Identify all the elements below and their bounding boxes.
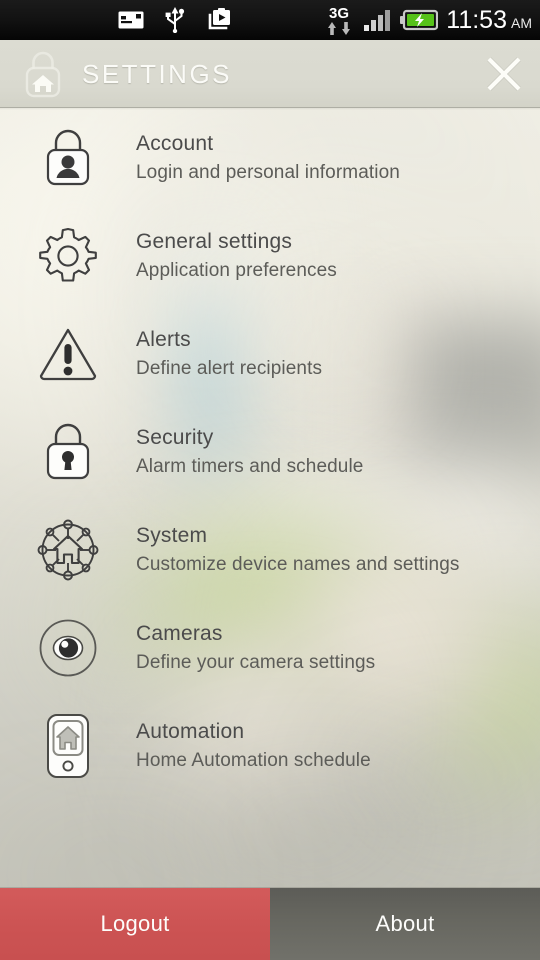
media-capture-icon — [208, 8, 230, 30]
clock-time: 11:53 — [446, 5, 507, 34]
menu-item-general-settings[interactable]: General settings Application preferences — [0, 207, 540, 305]
home-network-icon — [0, 518, 136, 582]
menu-item-subtitle: Home Automation schedule — [136, 749, 371, 771]
menu-item-subtitle: Application preferences — [136, 259, 337, 281]
menu-item-alerts[interactable]: Alerts Define alert recipients — [0, 305, 540, 403]
menu-item-title: General settings — [136, 229, 293, 253]
menu-item-subtitle: Alarm timers and schedule — [136, 455, 364, 477]
svg-text:3G: 3G — [329, 5, 349, 22]
menu-item-title: Account — [136, 131, 214, 155]
menu-item-subtitle: Login and personal information — [136, 161, 400, 183]
menu-item-security[interactable]: Security Alarm timers and schedule — [0, 403, 540, 501]
remote-home-icon — [0, 713, 136, 779]
home-lock-logo-icon — [25, 51, 61, 98]
close-icon[interactable] — [482, 52, 526, 96]
about-button[interactable]: About — [270, 888, 540, 960]
menu-item-title: System — [136, 523, 208, 547]
menu-item-title: Alerts — [136, 327, 191, 351]
status-bar-left-icons — [118, 0, 232, 40]
menu-item-title: Cameras — [136, 621, 223, 645]
signal-bars-icon — [364, 10, 391, 31]
lock-person-icon — [0, 125, 136, 191]
menu-item-subtitle: Customize device names and settings — [136, 553, 460, 575]
page-title: SETTINGS — [82, 58, 233, 89]
network-3g-icon: 3G — [328, 5, 351, 35]
about-label: About — [375, 911, 435, 936]
sim-card-icon — [118, 11, 144, 29]
logout-label: Logout — [100, 911, 170, 936]
warning-triangle-icon — [0, 326, 136, 382]
menu-item-account[interactable]: Account Login and personal information — [0, 109, 540, 207]
gear-icon — [0, 225, 136, 287]
app-header: SETTINGS — [0, 40, 540, 110]
clock-ampm: AM — [511, 14, 532, 31]
eye-circle-icon — [0, 618, 136, 678]
status-bar-right-icons: 3G 11:53 AM — [322, 0, 532, 40]
menu-item-automation[interactable]: Automation Home Automation schedule — [0, 697, 540, 795]
menu-item-subtitle: Define your camera settings — [136, 651, 376, 673]
menu-item-subtitle: Define alert recipients — [136, 357, 323, 379]
settings-menu: Account Login and personal information G… — [0, 109, 540, 888]
status-bar-clock: 11:53 AM — [446, 5, 532, 34]
padlock-keyhole-icon — [0, 419, 136, 485]
menu-item-system[interactable]: System Customize device names and settin… — [0, 501, 540, 599]
menu-item-title: Security — [136, 425, 214, 449]
phone-screen: 3G 11:53 AM SETTINGS Account Login and p… — [0, 0, 540, 960]
menu-item-cameras[interactable]: Cameras Define your camera settings — [0, 599, 540, 697]
brand: SETTINGS — [20, 50, 232, 98]
usb-icon — [165, 7, 185, 33]
data-transfer-icon — [328, 22, 351, 35]
menu-item-title: Automation — [136, 719, 245, 743]
battery-charging-icon — [400, 9, 439, 31]
bottom-bar: Logout About — [0, 887, 540, 960]
logout-button[interactable]: Logout — [0, 888, 270, 960]
status-bar: 3G 11:53 AM — [0, 0, 540, 40]
